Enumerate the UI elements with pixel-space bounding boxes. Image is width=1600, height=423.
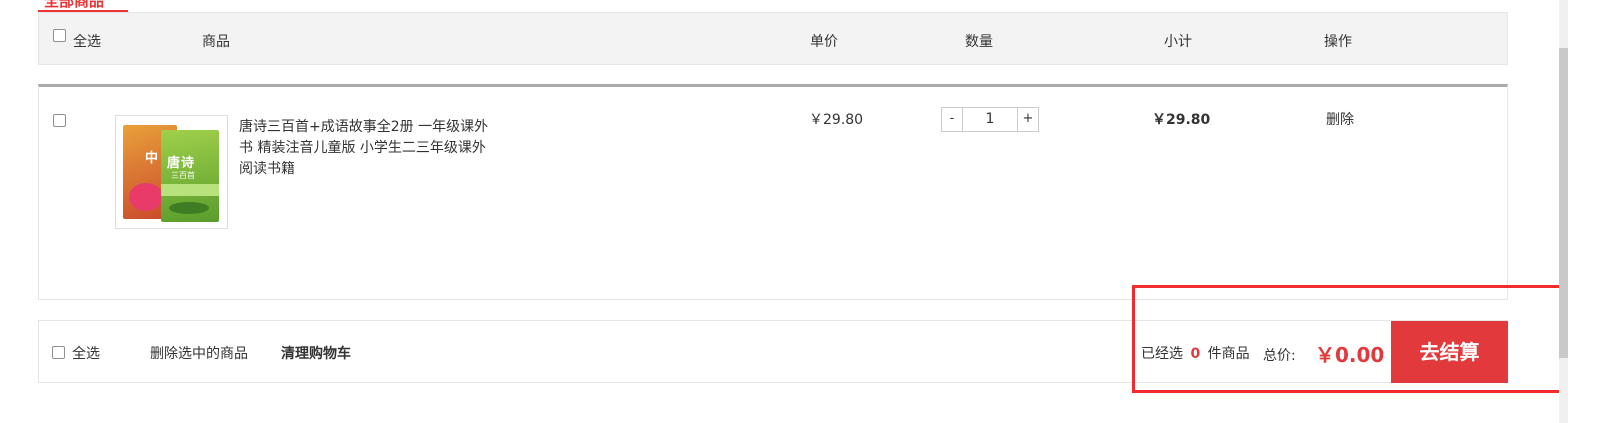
total-price: ￥0.00 bbox=[1315, 343, 1385, 367]
product-title-link[interactable]: 唐诗三百首+成语故事全2册 一年级课外书 精装注音儿童版 小学生二三年级课外阅读… bbox=[239, 117, 499, 180]
cart-header: 全选 商品 单价 数量 小计 操作 bbox=[38, 12, 1508, 65]
header-unit-price: 单价 bbox=[810, 34, 838, 50]
tab-label: 全部商品 bbox=[44, 0, 105, 10]
tab-all-products[interactable]: 全部商品 bbox=[38, 0, 128, 12]
vertical-scrollbar[interactable] bbox=[1559, 0, 1568, 423]
delete-item-link[interactable]: 删除 bbox=[1326, 109, 1354, 129]
checkout-button[interactable]: 去结算 bbox=[1391, 321, 1508, 383]
cover-subtitle: 三百首 bbox=[171, 171, 195, 180]
header-quantity: 数量 bbox=[965, 34, 993, 50]
qty-increase-button[interactable]: + bbox=[1018, 108, 1038, 131]
selected-suffix: 件商品 bbox=[1207, 346, 1250, 362]
select-all-checkbox-bottom[interactable] bbox=[52, 346, 65, 359]
item-subtotal: ￥29.80 bbox=[1152, 112, 1211, 128]
header-subtotal: 小计 bbox=[1164, 34, 1192, 50]
item-checkbox[interactable] bbox=[53, 114, 66, 127]
selected-count: 0 bbox=[1190, 346, 1201, 362]
clear-cart-link[interactable]: 清理购物车 bbox=[281, 343, 351, 363]
unit-price: ￥29.80 bbox=[809, 112, 864, 128]
cart-item-row: 中 唐诗 三百首 唐诗三百首+成语故事全2册 一年级课外书 精装注音儿童版 小学… bbox=[38, 84, 1508, 300]
cover-text-right: 唐诗 bbox=[167, 156, 196, 171]
selected-prefix: 已经选 bbox=[1141, 346, 1183, 362]
selected-count-text: 已经选 0 件商品 bbox=[1141, 343, 1250, 363]
book-cover-tang-poems: 唐诗 三百首 bbox=[161, 130, 219, 222]
select-all-checkbox-top[interactable] bbox=[53, 29, 66, 42]
header-select-all: 全选 bbox=[73, 34, 101, 50]
scrollbar-thumb[interactable] bbox=[1559, 48, 1568, 358]
qty-decrease-button[interactable]: - bbox=[942, 108, 962, 131]
header-action: 操作 bbox=[1324, 34, 1352, 50]
page-edge bbox=[1568, 0, 1600, 423]
qty-input[interactable]: 1 bbox=[962, 108, 1018, 131]
header-product: 商品 bbox=[202, 34, 230, 50]
cover-illustration bbox=[169, 202, 209, 214]
cover-badge bbox=[129, 183, 163, 211]
cover-text-left: 中 bbox=[145, 151, 159, 166]
product-thumbnail[interactable]: 中 唐诗 三百首 bbox=[115, 115, 228, 229]
cover-band bbox=[161, 184, 219, 196]
cart-footer: 全选 删除选中的商品 清理购物车 已经选 0 件商品 总价: ￥0.00 去结算 bbox=[38, 320, 1508, 383]
total-label: 总价: bbox=[1263, 348, 1296, 364]
footer-select-all: 全选 bbox=[72, 346, 100, 362]
delete-selected-link[interactable]: 删除选中的商品 bbox=[150, 343, 248, 363]
quantity-stepper: - 1 + bbox=[941, 107, 1039, 132]
